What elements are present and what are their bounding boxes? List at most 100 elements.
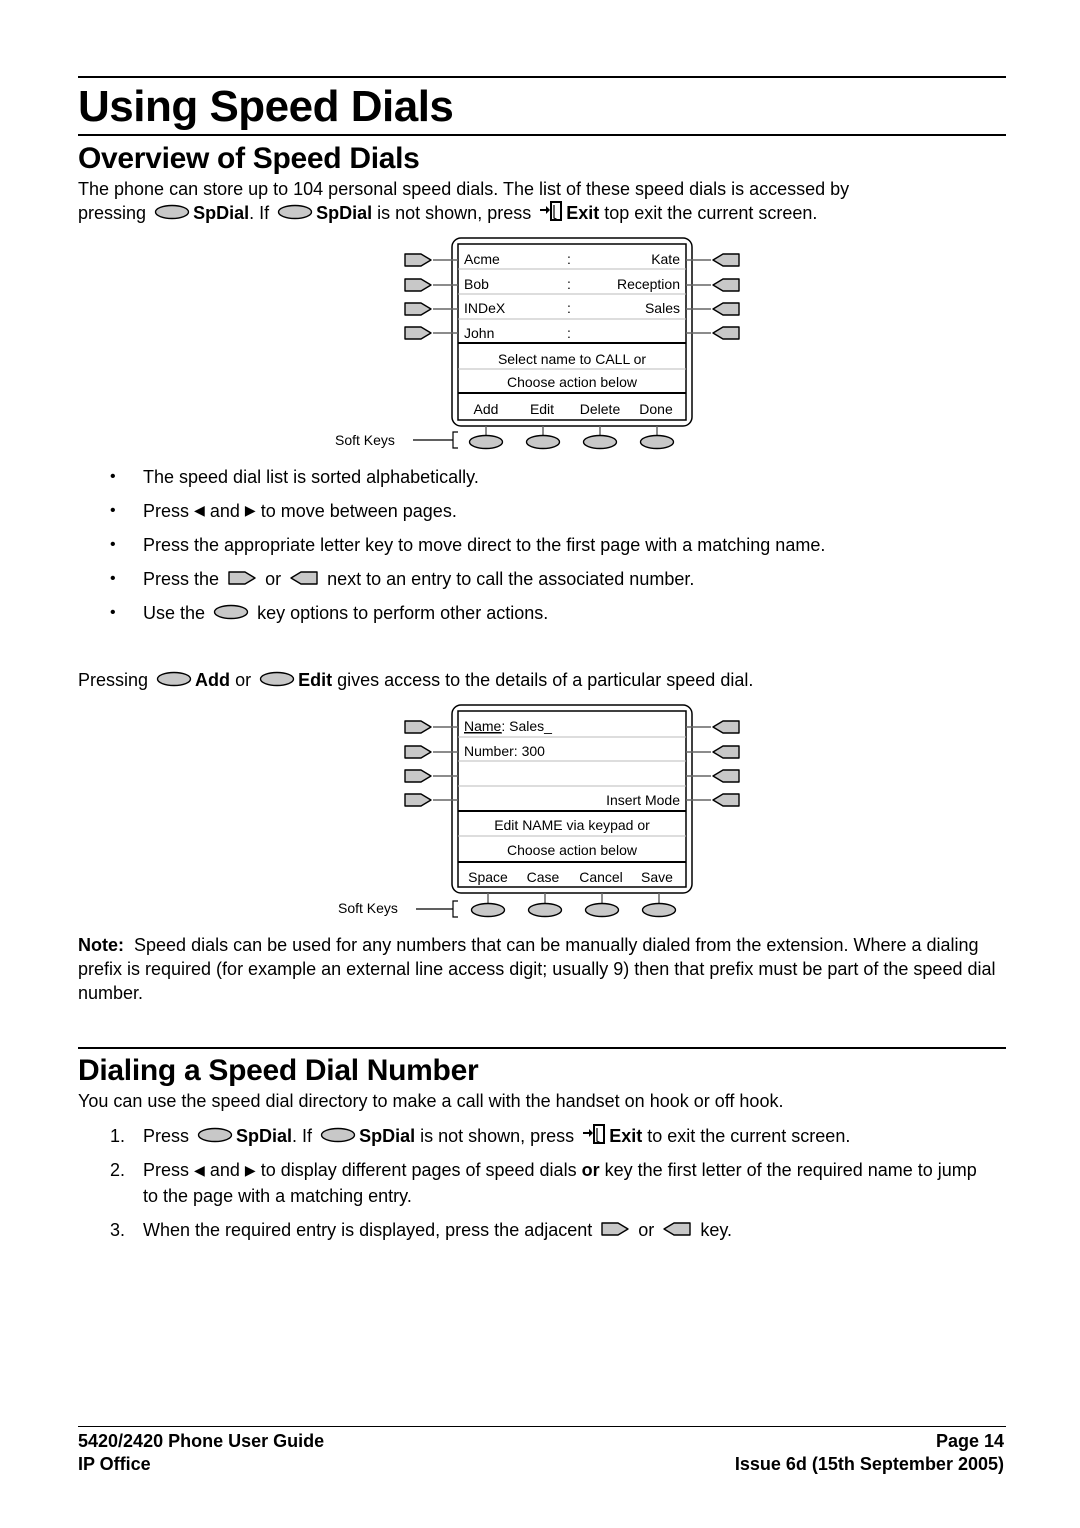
exit-icon — [539, 201, 563, 223]
edit-label: Edit — [298, 670, 333, 690]
prompt-line-1: Edit NAME via keypad or — [494, 817, 650, 833]
left-line-key-icon — [227, 570, 257, 586]
spdial-label: SpDial — [236, 1126, 293, 1146]
intro-text: . If — [249, 203, 270, 223]
footer-product: IP Office — [78, 1454, 151, 1474]
exit-icon — [582, 1124, 606, 1146]
softkey-label-3: Cancel — [579, 869, 623, 885]
step-item: 2. Press ◀ and ▶ to display different pa… — [108, 1158, 988, 1207]
step-text: key. — [700, 1219, 733, 1240]
or-emphasis: or — [581, 1160, 600, 1181]
softkey-button-1 — [470, 902, 506, 918]
entry-right-3: Sales — [645, 300, 680, 316]
phone-display-speed-dial-list: Acme : Kate Bob : Reception INDeX : Sale… — [335, 237, 740, 450]
line-key-left-3 — [404, 302, 432, 316]
intro-text: is not shown, press — [377, 203, 532, 223]
title-rule — [78, 134, 1006, 136]
bullet-item: Use the key options to perform other act… — [108, 601, 825, 635]
softkey-icon — [156, 671, 192, 687]
footer-guide-title: 5420/2420 Phone User Guide — [78, 1431, 325, 1451]
step-text: is not shown, press — [420, 1126, 575, 1146]
step-text: . If — [292, 1126, 313, 1146]
softkey-button-1 — [468, 434, 504, 450]
entry-left-4: John — [464, 325, 494, 341]
step-text: Press — [143, 1126, 190, 1146]
line-key-right-4 — [712, 326, 740, 340]
line-key-left-1 — [404, 720, 432, 734]
svg-text:Name: Sales_: Name: Sales_ — [464, 718, 552, 734]
softkey-label-1: Space — [468, 869, 508, 885]
name-field-value: : Sales_ — [501, 718, 552, 734]
note-label: Note: — [78, 935, 124, 955]
line-key-right-2 — [712, 745, 740, 759]
dialing-steps: 1. Press SpDial. If SpDial is not shown,… — [108, 1124, 988, 1252]
entry-sep-4: : — [567, 325, 571, 341]
line-key-left-3 — [404, 769, 432, 783]
line-key-left-4 — [404, 793, 432, 807]
body-text: or — [235, 670, 252, 690]
softkey-icon — [154, 204, 190, 220]
right-line-key-icon — [289, 570, 319, 586]
bullet-text: next to an entry to call the associated … — [327, 569, 695, 589]
exit-label: Exit — [566, 203, 600, 223]
entry-sep-1: : — [567, 251, 571, 267]
spdial-label: SpDial — [359, 1126, 416, 1146]
line-key-right-1 — [712, 720, 740, 734]
bullet-item: Press the or next to an entry to call th… — [108, 567, 825, 601]
line-key-right-3 — [712, 769, 740, 783]
pressing-add-edit: Pressing Add or Edit gives access to the… — [78, 668, 1008, 692]
prompt-line-2: Choose action below — [507, 842, 638, 858]
entry-left-3: INDeX — [464, 300, 506, 316]
insert-mode-indicator: Insert Mode — [606, 792, 680, 808]
name-field-label: Name — [464, 718, 502, 734]
section-rule — [78, 1047, 1006, 1049]
body-text: gives access to the details of a particu… — [337, 670, 754, 690]
line-key-left-1 — [404, 253, 432, 267]
softkey-icon — [213, 604, 249, 620]
overview-intro: The phone can store up to 104 personal s… — [78, 177, 1008, 225]
step-item: 3. When the required entry is displayed,… — [108, 1218, 988, 1242]
line-key-right-2 — [712, 278, 740, 292]
soft-keys-caption: Soft Keys — [338, 900, 398, 916]
softkey-label-4: Save — [641, 869, 673, 885]
step-text: Press — [143, 1160, 190, 1181]
line-key-right-3 — [712, 302, 740, 316]
left-line-key-icon — [600, 1221, 630, 1237]
softkey-button-4 — [641, 902, 677, 918]
bullet-text: key options to perform other actions. — [257, 603, 549, 623]
line-key-left-2 — [404, 745, 432, 759]
soft-keys-caption: Soft Keys — [335, 432, 395, 448]
phone-display-edit-speed-dial: Name: Sales_ Number: 300 Insert Mode Edi… — [338, 704, 740, 918]
body-text: Pressing — [78, 670, 149, 690]
exit-label: Exit — [609, 1126, 643, 1146]
intro-text: top exit the current screen. — [604, 203, 818, 223]
dialing-intro: You can use the speed dial directory to … — [78, 1091, 784, 1111]
right-line-keys — [686, 253, 740, 340]
step-text: to exit the current screen. — [647, 1126, 851, 1146]
softkey-icon — [277, 204, 313, 220]
softkey-icon — [197, 1127, 233, 1143]
prompt-line-2: Choose action below — [507, 374, 638, 390]
intro-line-2: pressing SpDial. If SpDial is not shown,… — [78, 201, 1008, 225]
step-text: and — [209, 1160, 240, 1181]
entry-sep-3: : — [567, 300, 571, 316]
bullet-item: Press ◀ and ▶ to move between pages. — [108, 499, 825, 533]
step-number: 3. — [110, 1219, 126, 1240]
footer-rule — [78, 1426, 1006, 1427]
bullet-text: The speed dial list is sorted alphabetic… — [143, 467, 479, 487]
left-arrow-icon: ◀ — [194, 1161, 205, 1178]
section-title-overview: Overview of Speed Dials — [78, 142, 420, 175]
softkey-icon — [259, 671, 295, 687]
bullet-text: Press — [143, 501, 190, 521]
intro-line-1: The phone can store up to 104 personal s… — [78, 179, 850, 199]
top-rule — [78, 76, 1006, 78]
softkey-button-3 — [582, 434, 618, 450]
line-key-right-1 — [712, 253, 740, 267]
left-line-keys — [404, 253, 458, 340]
softkey-icon — [320, 1127, 356, 1143]
spdial-label: SpDial — [316, 203, 373, 223]
intro-text: pressing — [78, 203, 147, 223]
entry-right-1: Kate — [651, 251, 680, 267]
number-field: Number: 300 — [464, 743, 545, 759]
spdial-label: SpDial — [193, 203, 250, 223]
